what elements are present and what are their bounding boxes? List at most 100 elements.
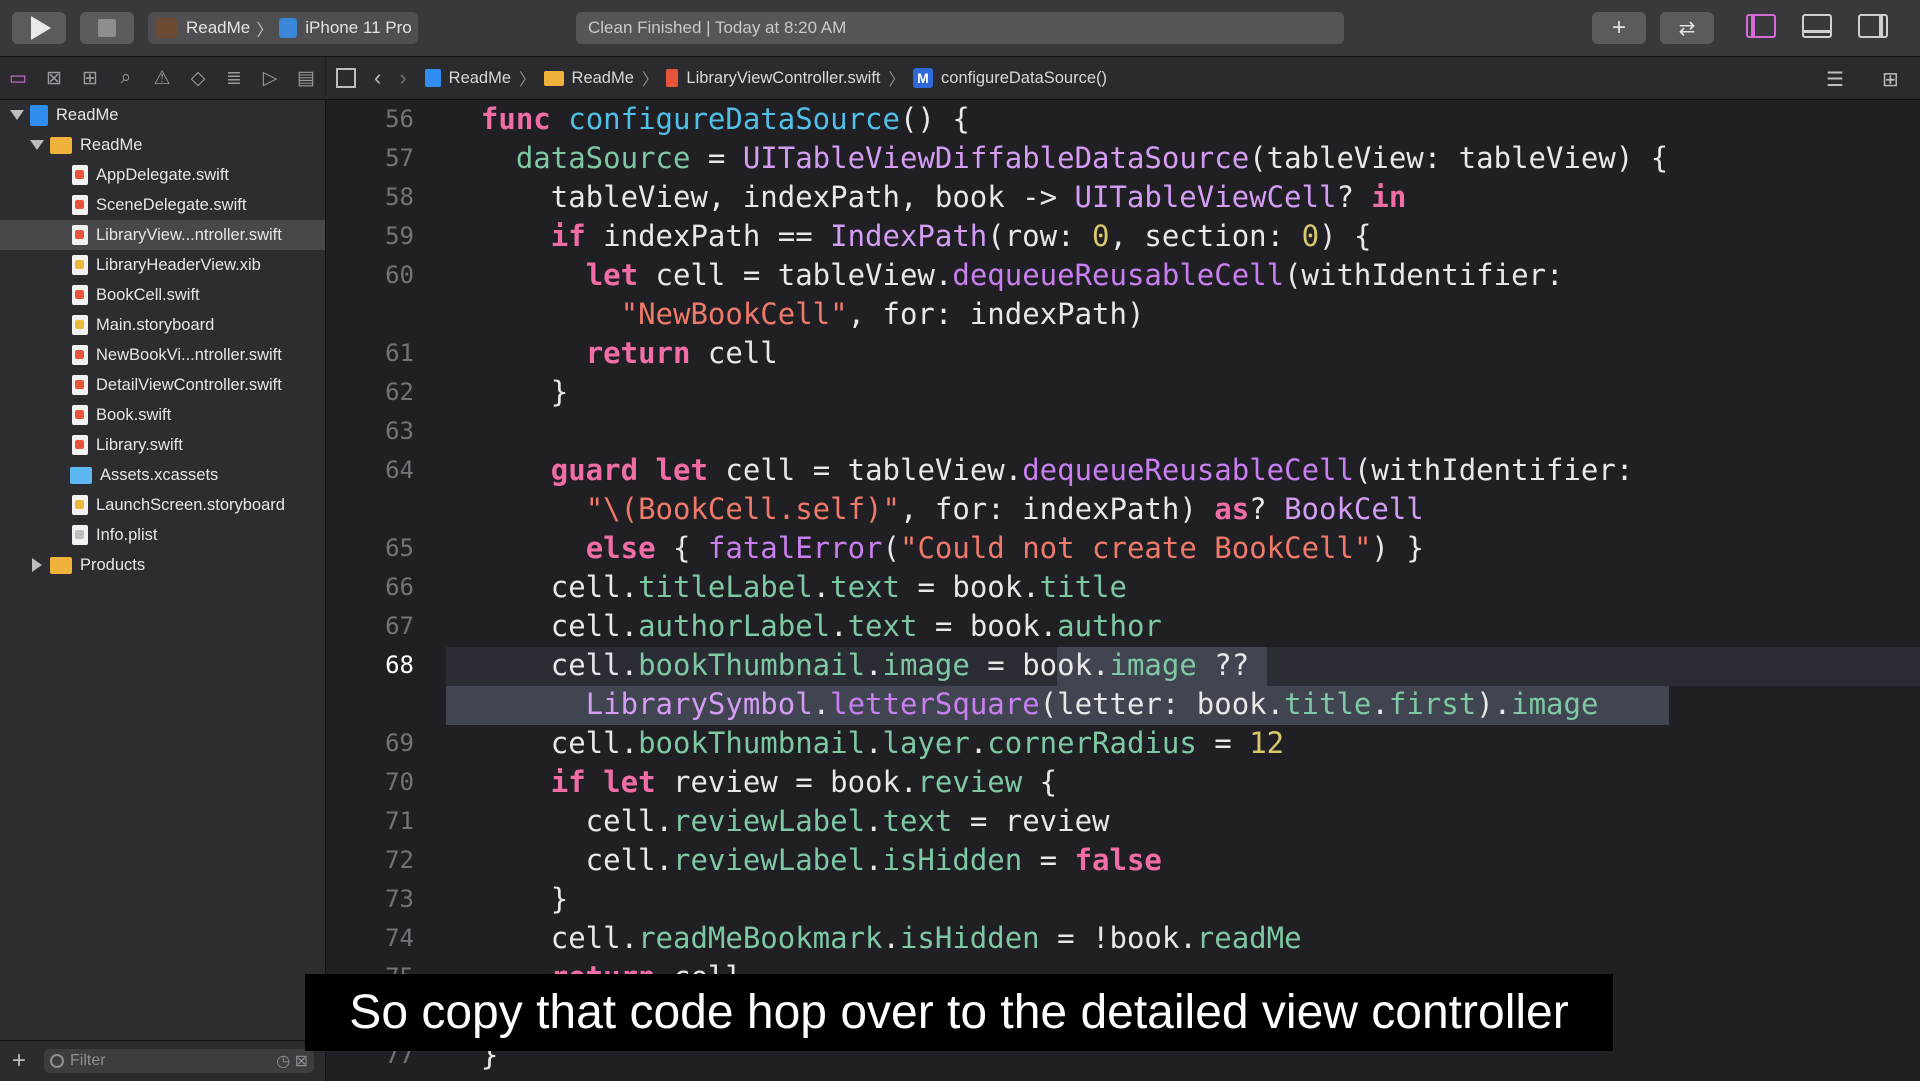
line-number: 65 <box>385 534 414 562</box>
folder-icon[interactable]: ▭ <box>0 67 36 90</box>
library-add-button[interactable]: + <box>1592 12 1646 44</box>
jump-bar: ‹ › ReadMe 〉 ReadMe 〉 LibraryViewControl… <box>326 57 1920 100</box>
tree-item-file[interactable]: Book.swift <box>0 400 325 430</box>
method-icon: M <box>913 68 934 88</box>
hierarchy-icon[interactable]: ⊞ <box>72 67 108 90</box>
recent-files-filter-icon[interactable]: ◷ ⊠ <box>276 1051 308 1071</box>
swift-file-icon <box>72 405 88 425</box>
code-line[interactable]: cell.bookThumbnail.layer.cornerRadius = … <box>446 724 1284 763</box>
run-button[interactable] <box>12 12 66 44</box>
add-editor-icon[interactable]: ⊞ <box>1882 67 1899 92</box>
tree-item-file[interactable]: LibraryHeaderView.xib <box>0 250 325 280</box>
tree-item-file[interactable]: Library.swift <box>0 430 325 460</box>
line-number: 64 <box>385 456 414 484</box>
scheme-selector[interactable]: ReadMe 〉 iPhone 11 Pro <box>148 12 418 44</box>
disclosure-right-icon[interactable] <box>32 558 42 572</box>
breadcrumb-file[interactable]: LibraryViewController.swift <box>686 69 880 88</box>
code-line[interactable]: if indexPath == IndexPath(row: 0, sectio… <box>446 217 1372 256</box>
breadcrumb-folder[interactable]: ReadMe <box>572 69 634 88</box>
toolbar: ReadMe 〉 iPhone 11 Pro Clean Finished | … <box>0 0 1920 57</box>
tree-item-label: ReadMe <box>80 135 143 154</box>
swift-file-icon <box>666 69 679 87</box>
adjust-editor-options-icon[interactable]: ☰ <box>1826 67 1844 92</box>
toggle-debug-area-button[interactable] <box>1802 14 1832 38</box>
tree-item-file[interactable]: Assets.xcassets <box>0 460 325 490</box>
code-line[interactable]: } <box>446 373 568 412</box>
source-editor[interactable]: 56 57 58 59 60 61 62 63 64 65 66 67 68 6… <box>326 100 1920 1080</box>
debug-icon[interactable]: ≣ <box>216 67 252 90</box>
add-file-button[interactable]: + <box>12 1047 26 1075</box>
tree-item-file[interactable]: Info.plist <box>0 520 325 550</box>
disclosure-down-icon[interactable] <box>30 140 44 150</box>
tree-item-file[interactable]: Main.storyboard <box>0 310 325 340</box>
source-control-icon[interactable]: ⊠ <box>36 67 72 90</box>
tree-item-file[interactable]: BookCell.swift <box>0 280 325 310</box>
line-number: 56 <box>385 105 414 133</box>
toggle-navigator-button[interactable] <box>1746 14 1776 38</box>
code-line[interactable]: } <box>446 880 568 919</box>
code-line[interactable]: return cell <box>446 334 778 373</box>
tree-item-file[interactable]: DetailViewController.swift <box>0 370 325 400</box>
code-line[interactable]: else { fatalError("Could not create Book… <box>446 529 1424 568</box>
code-line[interactable]: cell.titleLabel.text = book.title <box>446 568 1127 607</box>
swift-file-icon <box>72 375 88 395</box>
app-icon <box>156 18 178 38</box>
tree-item-folder[interactable]: ReadMe <box>0 130 325 160</box>
code-line[interactable]: tableView, indexPath, book -> UITableVie… <box>446 178 1407 217</box>
breadcrumb-project[interactable]: ReadMe <box>449 69 511 88</box>
swift-file-icon <box>72 195 88 215</box>
forward-arrow-icon[interactable]: › <box>399 65 406 91</box>
xib-file-icon <box>72 255 88 275</box>
code-line[interactable]: cell.reviewLabel.isHidden = false <box>446 841 1162 880</box>
tree-item-label: DetailViewController.swift <box>96 375 282 394</box>
line-number: 73 <box>385 885 414 913</box>
storyboard-file-icon <box>72 315 88 335</box>
plist-file-icon <box>72 525 88 545</box>
tree-item-file-selected[interactable]: LibraryView...ntroller.swift <box>0 220 325 250</box>
line-number: 66 <box>385 573 414 601</box>
tree-item-file[interactable]: LaunchScreen.storyboard <box>0 490 325 520</box>
activity-viewer: Clean Finished | Today at 8:20 AM <box>576 12 1344 44</box>
tree-item-file[interactable]: SceneDelegate.swift <box>0 190 325 220</box>
tree-item-file[interactable]: AppDelegate.swift <box>0 160 325 190</box>
code-review-button[interactable]: ⇄ <box>1660 12 1714 44</box>
stop-icon <box>98 19 116 37</box>
code-line[interactable]: cell.authorLabel.text = book.author <box>446 607 1162 646</box>
disclosure-down-icon[interactable] <box>10 110 24 120</box>
warning-icon[interactable]: ⚠ <box>144 67 180 90</box>
tree-item-label: LaunchScreen.storyboard <box>96 495 285 514</box>
tree-item-file[interactable]: NewBookVi...ntroller.swift <box>0 340 325 370</box>
filter-input[interactable]: Filter ◷ ⊠ <box>44 1049 314 1073</box>
line-number: 72 <box>385 846 414 874</box>
breadcrumb-method[interactable]: configureDataSource() <box>941 69 1107 88</box>
test-icon[interactable]: ◇ <box>180 67 216 90</box>
code-line[interactable]: cell.reviewLabel.text = review <box>446 802 1110 841</box>
tree-item-project[interactable]: ReadMe <box>0 100 325 130</box>
code-line[interactable]: cell.bookThumbnail.image = book.image ?? <box>446 646 1249 685</box>
related-items-icon[interactable] <box>336 68 356 88</box>
folder-icon <box>543 70 564 86</box>
tree-item-folder[interactable]: Products <box>0 550 325 580</box>
report-icon[interactable]: ▤ <box>288 67 324 90</box>
swift-file-icon <box>72 285 88 305</box>
code-line[interactable]: "NewBookCell", for: indexPath) <box>446 295 1145 334</box>
code-line[interactable]: if let review = book.review { <box>446 763 1057 802</box>
code-line[interactable]: dataSource = UITableViewDiffableDataSour… <box>446 139 1668 178</box>
filter-icon <box>50 1054 64 1068</box>
search-icon[interactable]: ⌕ <box>108 67 144 89</box>
stop-button[interactable] <box>80 12 134 44</box>
folder-icon <box>50 136 72 154</box>
code-line[interactable]: LibrarySymbol.letterSquare(letter: book.… <box>446 685 1599 724</box>
line-number: 70 <box>385 768 414 796</box>
code-line[interactable]: func configureDataSource() { <box>446 100 970 139</box>
code-line[interactable]: let cell = tableView.dequeueReusableCell… <box>446 256 1564 295</box>
breakpoint-icon[interactable]: ▷ <box>252 67 288 90</box>
xcode-project-icon <box>424 69 441 87</box>
swift-file-icon <box>72 345 88 365</box>
line-number: 60 <box>385 261 414 289</box>
back-arrow-icon[interactable]: ‹ <box>374 65 381 91</box>
code-line[interactable]: cell.readMeBookmark.isHidden = !book.rea… <box>446 919 1302 958</box>
toggle-inspector-button[interactable] <box>1858 14 1888 38</box>
code-line[interactable]: guard let cell = tableView.dequeueReusab… <box>446 451 1634 490</box>
code-line[interactable]: "\(BookCell.self)", for: indexPath) as? … <box>446 490 1424 529</box>
